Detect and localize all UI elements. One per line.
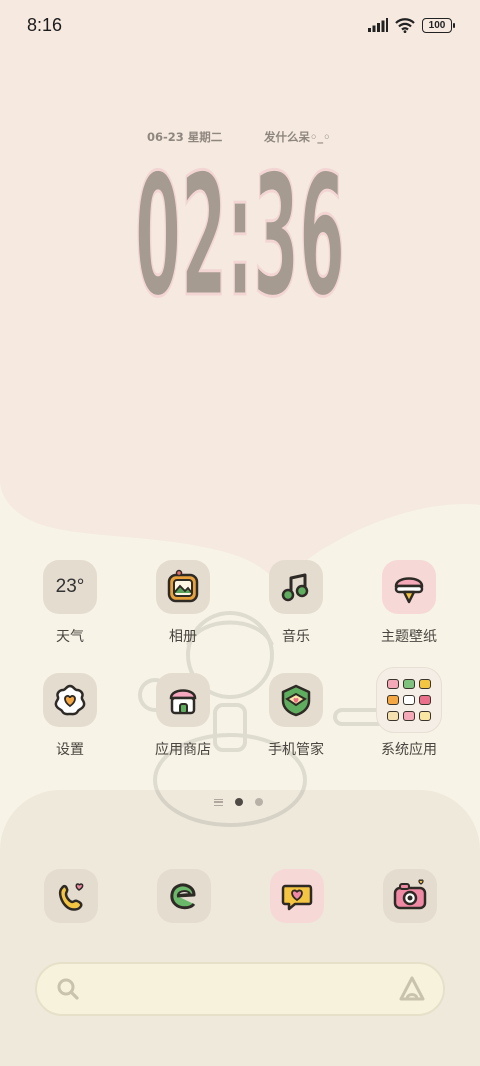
weather-icon: 23° (43, 560, 97, 614)
dock-background (0, 790, 480, 1066)
mini-app-icon (402, 710, 415, 721)
search-icon[interactable] (55, 976, 81, 1002)
dock-messages[interactable] (270, 869, 324, 923)
browser-icon (157, 869, 211, 923)
themes-icon (382, 560, 436, 614)
page-dot-current[interactable] (235, 798, 243, 806)
status-icons: 100 (368, 17, 455, 33)
weather-temperature: 23° (55, 576, 85, 597)
app-label: 设置 (56, 742, 84, 758)
battery-level: 100 (428, 19, 446, 31)
app-gallery[interactable]: 相册 (133, 560, 233, 646)
clock-date: 06-23 星期二 (147, 130, 223, 144)
app-store-icon (156, 673, 210, 727)
settings-icon (43, 673, 97, 727)
folder-system-apps[interactable]: 系统应用 (359, 667, 459, 759)
status-time: 8:16 (27, 14, 63, 35)
status-bar: 8:16 100 (0, 0, 480, 50)
app-label: 天气 (56, 629, 84, 645)
mini-app-icon (402, 679, 415, 690)
security-icon (269, 673, 323, 727)
app-label: 相册 (169, 629, 197, 645)
clock-time: 02:36 (135, 138, 345, 302)
page-indicator[interactable] (214, 796, 270, 808)
system-apps-folder (376, 667, 442, 733)
gallery-icon (156, 560, 210, 614)
camera-icon (383, 869, 437, 923)
music-icon (269, 560, 323, 614)
app-label: 主题壁纸 (381, 629, 437, 645)
mini-app-icon (387, 694, 400, 705)
app-label: 应用商店 (155, 742, 211, 758)
app-label: 系统应用 (381, 742, 437, 758)
mini-app-icon (402, 694, 415, 705)
messages-icon (270, 869, 324, 923)
wifi-icon (395, 17, 415, 33)
app-store[interactable]: 应用商店 (133, 673, 233, 759)
signal-icon (368, 18, 388, 32)
mini-app-icon (418, 694, 431, 705)
search-bar[interactable] (35, 962, 445, 1016)
dock-camera[interactable] (383, 869, 437, 923)
battery-icon: 100 (422, 17, 455, 33)
page-list-icon[interactable] (214, 798, 223, 806)
clock-widget[interactable]: 02:36 06-23 星期二 发什么呆◦_◦ (132, 126, 348, 302)
clock-digits: 02:36 (134, 137, 347, 303)
mini-app-icon (387, 679, 400, 690)
phone-icon (44, 869, 98, 923)
clock-caption: 发什么呆◦_◦ (264, 130, 331, 144)
app-security[interactable]: 手机管家 (246, 673, 346, 759)
app-music[interactable]: 音乐 (246, 560, 346, 646)
dock-browser[interactable] (157, 869, 211, 923)
page-dot[interactable] (255, 798, 263, 806)
dock-phone[interactable] (44, 869, 98, 923)
assistant-icon[interactable] (397, 975, 427, 1003)
app-settings[interactable]: 设置 (20, 673, 120, 759)
mini-app-icon (418, 710, 431, 721)
mini-app-icon (387, 710, 400, 721)
app-label: 手机管家 (268, 742, 324, 758)
app-themes[interactable]: 主题壁纸 (359, 560, 459, 646)
mini-app-icon (418, 679, 431, 690)
app-weather[interactable]: 23° 天气 (20, 560, 120, 646)
app-label: 音乐 (282, 629, 310, 645)
